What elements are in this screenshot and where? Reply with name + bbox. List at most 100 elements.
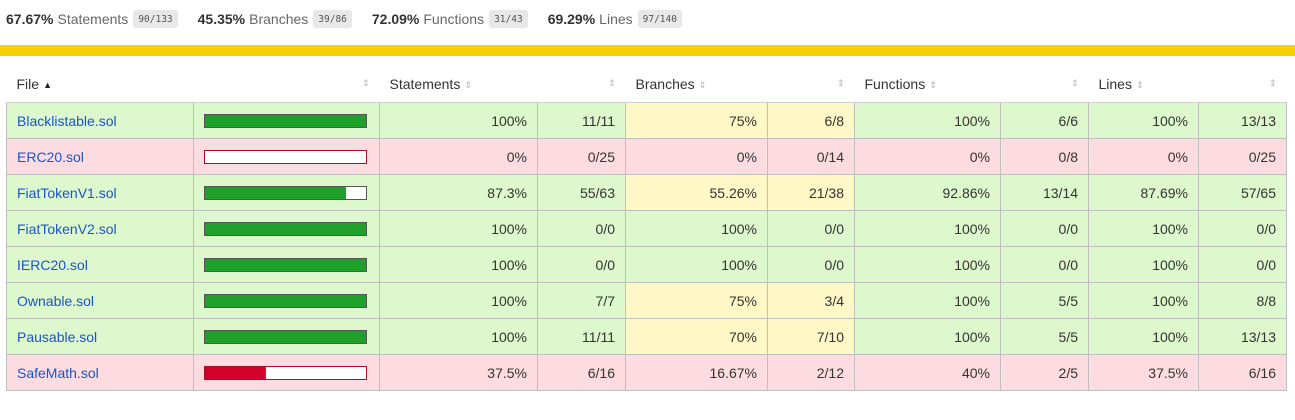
summary-branches-fraction: 39/86 [313, 10, 352, 28]
summary-lines-label: Lines [599, 11, 633, 27]
file-cell: Blacklistable.sol [6, 102, 194, 139]
coverage-bar-fill [205, 258, 366, 271]
header-file-label: File [16, 75, 40, 92]
table-row: ERC20.sol 0% 0/25 0% 0/14 0% 0/8 0% 0/25 [6, 138, 1287, 175]
table-header-row: File ▲ ⇕ Statements ⇕ ⇕ Branches ⇕ ⇕ Functi… [6, 65, 1287, 103]
summary-branches-label: Branches [249, 11, 309, 27]
coverage-bar [204, 365, 367, 380]
file-link[interactable]: IERC20.sol [17, 257, 88, 273]
statements-pct-cell: 87.3% [379, 174, 538, 211]
lines-pct-cell: 100% [1088, 246, 1199, 283]
sort-icon: ⇕ [698, 79, 707, 90]
lines-fraction-cell: 8/8 [1198, 282, 1287, 319]
functions-pct-cell: 100% [854, 318, 1001, 355]
header-lines-raw[interactable]: ⇕ [1198, 65, 1287, 103]
file-cell: Pausable.sol [6, 318, 194, 355]
statements-fraction-cell: 55/63 [537, 174, 626, 211]
file-cell: FiatTokenV2.sol [6, 210, 194, 247]
header-statements[interactable]: Statements ⇕ [379, 65, 538, 103]
functions-fraction-cell: 0/0 [1000, 246, 1089, 283]
summary-branches: 45.35% Branches 39/86 [198, 10, 352, 28]
functions-fraction-cell: 5/5 [1000, 318, 1089, 355]
functions-fraction-cell: 13/14 [1000, 174, 1089, 211]
header-branches[interactable]: Branches ⇕ [625, 65, 768, 103]
file-link[interactable]: FiatTokenV1.sol [17, 185, 117, 201]
header-branches-label: Branches [635, 75, 695, 92]
branches-fraction-cell: 21/38 [767, 174, 855, 211]
statements-pct-cell: 100% [379, 102, 538, 139]
branches-fraction-cell: 6/8 [767, 102, 855, 139]
file-link[interactable]: Ownable.sol [17, 293, 94, 309]
functions-fraction-cell: 0/0 [1000, 210, 1089, 247]
branches-pct-cell: 0% [625, 138, 768, 175]
sort-icon: ⇕ [929, 79, 937, 90]
coverage-bar-fill [205, 114, 366, 127]
coverage-bar-cell [193, 138, 380, 175]
header-coverage-bar[interactable]: ⇕ [193, 65, 380, 103]
lines-fraction-cell: 6/16 [1198, 354, 1287, 391]
header-file[interactable]: File ▲ [6, 65, 194, 103]
statements-pct-cell: 100% [379, 210, 538, 247]
coverage-table: File ▲ ⇕ Statements ⇕ ⇕ Branches ⇕ ⇕ Functi… [6, 65, 1287, 391]
statements-fraction-cell: 11/11 [537, 318, 626, 355]
coverage-bar-fill [205, 366, 267, 379]
branches-fraction-cell: 3/4 [767, 282, 855, 319]
branches-pct-cell: 100% [625, 246, 768, 283]
summary-functions: 72.09% Functions 31/43 [372, 10, 528, 28]
coverage-bar-cell [193, 210, 380, 247]
file-cell: ERC20.sol [6, 138, 194, 175]
statements-pct-cell: 0% [379, 138, 538, 175]
statements-pct-cell: 100% [379, 246, 538, 283]
header-branches-raw[interactable]: ⇕ [767, 65, 855, 103]
summary-statements-label: Statements [57, 11, 129, 27]
summary-statements-pct: 67.67% [6, 11, 54, 27]
branches-pct-cell: 16.67% [625, 354, 768, 391]
functions-pct-cell: 92.86% [854, 174, 1001, 211]
lines-fraction-cell: 0/0 [1198, 210, 1287, 247]
coverage-bar [204, 329, 367, 344]
sort-icon: ⇕ [464, 79, 472, 90]
header-lines-label: Lines [1098, 75, 1132, 92]
coverage-bar [204, 113, 367, 128]
file-cell: IERC20.sol [6, 246, 194, 283]
header-lines[interactable]: Lines ⇕ [1088, 65, 1199, 103]
sort-icon: ⇕ [1268, 78, 1277, 88]
coverage-status-line [0, 45, 1295, 56]
branches-fraction-cell: 7/10 [767, 318, 855, 355]
table-row: IERC20.sol 100% 0/0 100% 0/0 100% 0/0 100% 0/0 [6, 246, 1287, 283]
file-link[interactable]: ERC20.sol [17, 149, 84, 165]
sort-icon: ⇕ [607, 78, 616, 88]
summary-statements: 67.67% Statements 90/133 [6, 10, 178, 28]
coverage-bar-fill [205, 330, 366, 343]
coverage-bar [204, 293, 367, 308]
table-row: FiatTokenV2.sol 100% 0/0 100% 0/0 100% 0/0 100%… [6, 210, 1287, 247]
coverage-bar-cell [193, 174, 380, 211]
lines-fraction-cell: 0/25 [1198, 138, 1287, 175]
sort-icon: ⇕ [1070, 78, 1079, 88]
file-link[interactable]: FiatTokenV2.sol [17, 221, 117, 237]
lines-pct-cell: 37.5% [1088, 354, 1199, 391]
coverage-bar-cell [193, 282, 380, 319]
lines-pct-cell: 100% [1088, 102, 1199, 139]
summary-functions-label: Functions [423, 11, 485, 27]
header-functions[interactable]: Functions ⇕ [854, 65, 1001, 103]
functions-fraction-cell: 0/8 [1000, 138, 1089, 175]
branches-pct-cell: 75% [625, 102, 768, 139]
functions-pct-cell: 40% [854, 354, 1001, 391]
header-statements-label: Statements [389, 75, 461, 92]
statements-pct-cell: 100% [379, 318, 538, 355]
file-cell: Ownable.sol [6, 282, 194, 319]
table-row: Pausable.sol 100% 11/11 70% 7/10 100% 5/5 100% 1… [6, 318, 1287, 355]
header-functions-raw[interactable]: ⇕ [1000, 65, 1089, 103]
functions-pct-cell: 100% [854, 102, 1001, 139]
header-functions-label: Functions [864, 75, 926, 92]
statements-pct-cell: 100% [379, 282, 538, 319]
file-link[interactable]: Pausable.sol [17, 329, 97, 345]
lines-fraction-cell: 0/0 [1198, 246, 1287, 283]
header-statements-raw[interactable]: ⇕ [537, 65, 626, 103]
file-link[interactable]: Blacklistable.sol [17, 113, 117, 129]
table-row: SafeMath.sol 37.5% 6/16 16.67% 2/12 40% 2/5 37.… [6, 354, 1287, 391]
statements-fraction-cell: 6/16 [537, 354, 626, 391]
file-link[interactable]: SafeMath.sol [17, 365, 99, 381]
coverage-bar [204, 221, 367, 236]
